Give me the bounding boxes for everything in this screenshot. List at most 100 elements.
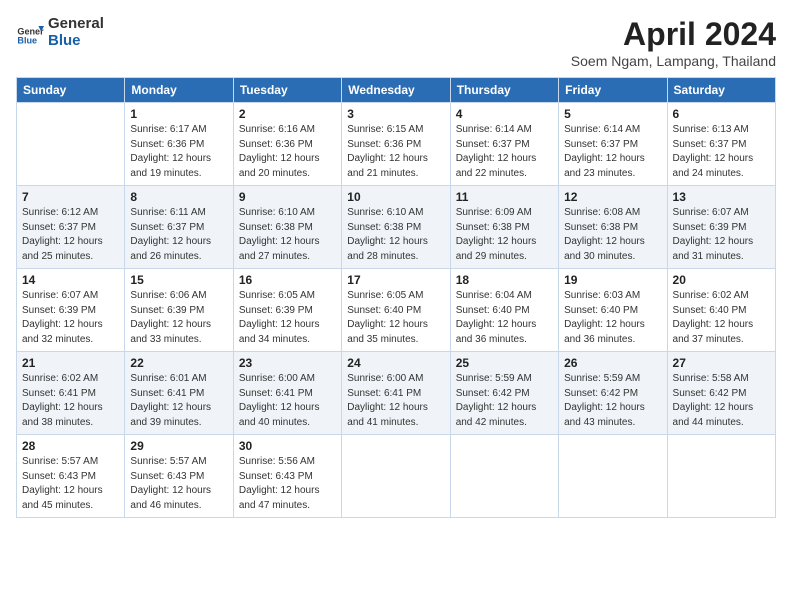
day-number: 23 xyxy=(239,356,336,370)
day-info: Sunrise: 6:05 AMSunset: 6:39 PMDaylight:… xyxy=(239,289,336,347)
calendar-cell xyxy=(17,103,125,186)
day-info: Sunrise: 6:14 AMSunset: 6:37 PMDaylight:… xyxy=(564,123,661,181)
day-number: 21 xyxy=(22,356,119,370)
day-number: 8 xyxy=(130,190,227,204)
calendar-week-2: 7 Sunrise: 6:12 AMSunset: 6:37 PMDaylight… xyxy=(17,186,776,269)
day-info: Sunrise: 6:02 AMSunset: 6:40 PMDaylight:… xyxy=(673,289,770,347)
calendar-cell: 22 Sunrise: 6:01 AMSunset: 6:41 PMDayligh… xyxy=(125,352,233,435)
weekday-header-tuesday: Tuesday xyxy=(233,78,341,103)
day-info: Sunrise: 6:10 AMSunset: 6:38 PMDaylight:… xyxy=(347,206,444,264)
svg-text:Blue: Blue xyxy=(17,35,37,45)
day-info: Sunrise: 5:57 AMSunset: 6:43 PMDaylight:… xyxy=(22,455,119,513)
calendar-cell: 4Sunrise: 6:14 AMSunset: 6:37 PMDaylight… xyxy=(450,103,558,186)
calendar-cell: 10 Sunrise: 6:10 AMSunset: 6:38 PMDayligh… xyxy=(342,186,450,269)
day-number: 27 xyxy=(673,356,770,370)
calendar-cell: 30Sunrise: 5:56 AMSunset: 6:43 PMDayligh… xyxy=(233,435,341,518)
page-header: General Blue General Blue April 2024 Soe… xyxy=(16,16,776,69)
day-number: 24 xyxy=(347,356,444,370)
calendar-cell: 24 Sunrise: 6:00 AMSunset: 6:41 PMDayligh… xyxy=(342,352,450,435)
calendar-cell: 28Sunrise: 5:57 AMSunset: 6:43 PMDayligh… xyxy=(17,435,125,518)
calendar-cell: 19 Sunrise: 6:03 AMSunset: 6:40 PMDayligh… xyxy=(559,269,667,352)
weekday-header-row: SundayMondayTuesdayWednesdayThursdayFrid… xyxy=(17,78,776,103)
logo-general-text: General xyxy=(48,16,104,33)
day-number: 9 xyxy=(239,190,336,204)
calendar-cell: 26 Sunrise: 5:59 AMSunset: 6:42 PMDayligh… xyxy=(559,352,667,435)
calendar-week-1: 1 Sunrise: 6:17 AMSunset: 6:36 PMDaylight… xyxy=(17,103,776,186)
day-number: 29 xyxy=(130,439,227,453)
day-number: 25 xyxy=(456,356,553,370)
day-number: 3 xyxy=(347,107,444,121)
day-info: Sunrise: 6:17 AMSunset: 6:36 PMDaylight:… xyxy=(130,123,227,181)
day-info: Sunrise: 6:12 AMSunset: 6:37 PMDaylight:… xyxy=(22,206,119,264)
calendar-cell: 29 Sunrise: 5:57 AMSunset: 6:43 PMDayligh… xyxy=(125,435,233,518)
day-info: Sunrise: 5:57 AMSunset: 6:43 PMDaylight:… xyxy=(130,455,227,513)
calendar-cell: 21 Sunrise: 6:02 AMSunset: 6:41 PMDayligh… xyxy=(17,352,125,435)
day-number: 10 xyxy=(347,190,444,204)
calendar-cell: 15 Sunrise: 6:06 AMSunset: 6:39 PMDayligh… xyxy=(125,269,233,352)
day-number: 7 xyxy=(22,190,119,204)
calendar-location: Soem Ngam, Lampang, Thailand xyxy=(571,53,776,69)
day-info: Sunrise: 6:10 AMSunset: 6:38 PMDaylight:… xyxy=(239,206,336,264)
calendar-cell: 12 Sunrise: 6:08 AMSunset: 6:38 PMDayligh… xyxy=(559,186,667,269)
day-info: Sunrise: 6:04 AMSunset: 6:40 PMDaylight:… xyxy=(456,289,553,347)
weekday-header-monday: Monday xyxy=(125,78,233,103)
day-info: Sunrise: 6:14 AMSunset: 6:37 PMDaylight:… xyxy=(456,123,553,181)
weekday-header-thursday: Thursday xyxy=(450,78,558,103)
calendar-cell: 13 Sunrise: 6:07 AMSunset: 6:39 PMDayligh… xyxy=(667,186,775,269)
day-number: 26 xyxy=(564,356,661,370)
day-info: Sunrise: 5:58 AMSunset: 6:42 PMDaylight:… xyxy=(673,372,770,430)
day-info: Sunrise: 6:16 AMSunset: 6:36 PMDaylight:… xyxy=(239,123,336,181)
day-info: Sunrise: 5:59 AMSunset: 6:42 PMDaylight:… xyxy=(564,372,661,430)
calendar-title: April 2024 xyxy=(571,16,776,53)
calendar-week-5: 28Sunrise: 5:57 AMSunset: 6:43 PMDayligh… xyxy=(17,435,776,518)
day-info: Sunrise: 6:01 AMSunset: 6:41 PMDaylight:… xyxy=(130,372,227,430)
calendar-cell: 6Sunrise: 6:13 AMSunset: 6:37 PMDaylight… xyxy=(667,103,775,186)
weekday-header-saturday: Saturday xyxy=(667,78,775,103)
calendar-cell: 14Sunrise: 6:07 AMSunset: 6:39 PMDayligh… xyxy=(17,269,125,352)
calendar-week-4: 21 Sunrise: 6:02 AMSunset: 6:41 PMDayligh… xyxy=(17,352,776,435)
calendar-cell: 11Sunrise: 6:09 AMSunset: 6:38 PMDayligh… xyxy=(450,186,558,269)
day-info: Sunrise: 6:03 AMSunset: 6:40 PMDaylight:… xyxy=(564,289,661,347)
day-number: 5 xyxy=(564,107,661,121)
day-number: 12 xyxy=(564,190,661,204)
calendar-cell xyxy=(342,435,450,518)
calendar-cell xyxy=(559,435,667,518)
title-block: April 2024 Soem Ngam, Lampang, Thailand xyxy=(571,16,776,69)
logo: General Blue General Blue xyxy=(16,16,104,49)
logo-icon: General Blue xyxy=(16,19,44,47)
calendar-cell: 3 Sunrise: 6:15 AMSunset: 6:36 PMDaylight… xyxy=(342,103,450,186)
calendar-week-3: 14Sunrise: 6:07 AMSunset: 6:39 PMDayligh… xyxy=(17,269,776,352)
weekday-header-wednesday: Wednesday xyxy=(342,78,450,103)
calendar-cell: 25 Sunrise: 5:59 AMSunset: 6:42 PMDayligh… xyxy=(450,352,558,435)
day-number: 18 xyxy=(456,273,553,287)
calendar-cell: 20 Sunrise: 6:02 AMSunset: 6:40 PMDayligh… xyxy=(667,269,775,352)
day-info: Sunrise: 6:00 AMSunset: 6:41 PMDaylight:… xyxy=(347,372,444,430)
day-number: 1 xyxy=(130,107,227,121)
calendar-cell: 9 Sunrise: 6:10 AMSunset: 6:38 PMDaylight… xyxy=(233,186,341,269)
day-number: 13 xyxy=(673,190,770,204)
day-number: 22 xyxy=(130,356,227,370)
day-number: 15 xyxy=(130,273,227,287)
day-info: Sunrise: 6:07 AMSunset: 6:39 PMDaylight:… xyxy=(673,206,770,264)
day-number: 30 xyxy=(239,439,336,453)
day-number: 17 xyxy=(347,273,444,287)
calendar-cell: 16Sunrise: 6:05 AMSunset: 6:39 PMDayligh… xyxy=(233,269,341,352)
logo-blue-text: Blue xyxy=(48,33,104,50)
day-number: 6 xyxy=(673,107,770,121)
day-number: 2 xyxy=(239,107,336,121)
day-info: Sunrise: 6:11 AMSunset: 6:37 PMDaylight:… xyxy=(130,206,227,264)
day-info: Sunrise: 6:05 AMSunset: 6:40 PMDaylight:… xyxy=(347,289,444,347)
calendar-cell: 23 Sunrise: 6:00 AMSunset: 6:41 PMDayligh… xyxy=(233,352,341,435)
day-info: Sunrise: 6:06 AMSunset: 6:39 PMDaylight:… xyxy=(130,289,227,347)
calendar-cell: 5 Sunrise: 6:14 AMSunset: 6:37 PMDaylight… xyxy=(559,103,667,186)
day-info: Sunrise: 6:02 AMSunset: 6:41 PMDaylight:… xyxy=(22,372,119,430)
day-number: 20 xyxy=(673,273,770,287)
day-info: Sunrise: 6:15 AMSunset: 6:36 PMDaylight:… xyxy=(347,123,444,181)
day-number: 19 xyxy=(564,273,661,287)
calendar-cell: 8 Sunrise: 6:11 AMSunset: 6:37 PMDaylight… xyxy=(125,186,233,269)
day-info: Sunrise: 6:00 AMSunset: 6:41 PMDaylight:… xyxy=(239,372,336,430)
calendar-cell: 17 Sunrise: 6:05 AMSunset: 6:40 PMDayligh… xyxy=(342,269,450,352)
day-info: Sunrise: 5:59 AMSunset: 6:42 PMDaylight:… xyxy=(456,372,553,430)
calendar-cell xyxy=(450,435,558,518)
day-info: Sunrise: 6:08 AMSunset: 6:38 PMDaylight:… xyxy=(564,206,661,264)
